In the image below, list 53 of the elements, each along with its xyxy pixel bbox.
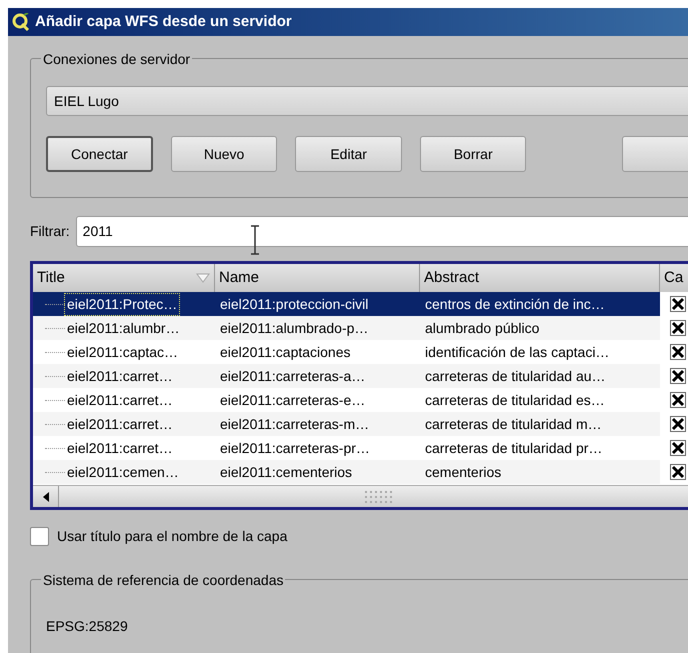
table-cell: eiel2011:carreteras-e… <box>220 392 366 408</box>
sort-indicator-icon <box>196 273 210 283</box>
left-arrow-icon <box>42 492 50 502</box>
text-cursor-icon <box>248 225 261 255</box>
app-logo-icon <box>12 13 30 31</box>
table-row[interactable]: eiel2011:carret… eiel2011:carreteras-m… carreteras de titularidad m… <box>33 412 688 436</box>
table-cell: eiel2011:carreteras-a… <box>220 368 366 384</box>
table-cell: carreteras de titularidad au… <box>425 368 606 384</box>
checkbox[interactable] <box>670 392 686 408</box>
dialog-button[interactable]: Nuevo <box>170 136 278 172</box>
table-row[interactable]: eiel2011:Protec… eiel2011:proteccion-civil centros de extinción de inc… <box>33 292 688 316</box>
filter-label: Filtrar: <box>30 222 70 241</box>
table-cell: centros de extinción de inc… <box>425 296 605 312</box>
table-cell: eiel2011:carreteras-m… <box>220 416 370 432</box>
scroll-left-button[interactable] <box>33 486 59 507</box>
checkbox[interactable] <box>670 296 686 312</box>
dialog-button[interactable]: Conectar <box>46 136 153 172</box>
table-cell-text: eiel2011:carret… <box>66 414 174 434</box>
table-cell: eiel2011:proteccion-civil <box>220 296 368 312</box>
checkbox[interactable] <box>670 368 686 384</box>
table-row[interactable]: eiel2011:alumbr… eiel2011:alumbrado-p… alumbrado público <box>33 316 688 340</box>
table-cell-text: eiel2011:carret… <box>66 390 174 410</box>
table-row[interactable]: eiel2011:carret… eiel2011:carreteras-a… carreteras de titularidad au… <box>33 364 688 388</box>
connection-dropdown[interactable]: EIEL Lugo <box>46 86 688 116</box>
table-cell-text: eiel2011:captac… <box>66 342 180 362</box>
table-cell: carreteras de titularidad es… <box>425 392 605 408</box>
table-cell: carreteras de titularidad m… <box>425 416 602 432</box>
table-cell: eiel2011:Protec… <box>65 294 180 314</box>
table-cell: eiel2011:captaciones <box>220 344 351 360</box>
table-cell: identificación de las captaci… <box>425 344 610 360</box>
crs-value: EPSG:25829 <box>46 618 128 634</box>
window-title: Añadir capa WFS desde un servidor <box>35 12 292 32</box>
table-cell-text: eiel2011:alumbr… <box>66 318 181 338</box>
checkbox[interactable] <box>670 464 686 480</box>
checkbox-label: Usar título para el nombre de la capa <box>57 527 288 546</box>
dialog-button[interactable]: Editar <box>295 136 402 172</box>
table-cell: eiel2011:cementerios <box>220 464 352 480</box>
checkbox[interactable] <box>30 527 49 546</box>
checkbox[interactable] <box>670 440 686 456</box>
table-cell: eiel2011:alumbrado-p… <box>220 320 368 336</box>
table-cell-text: eiel2011:carret… <box>66 366 174 386</box>
checkbox[interactable] <box>670 416 686 432</box>
table-cell-text: eiel2011:cemen… <box>66 462 180 482</box>
table-cell: cementerios <box>425 464 502 480</box>
table-cell: alumbrado público <box>425 320 540 336</box>
checkbox[interactable] <box>670 320 686 336</box>
dialog-button[interactable]: Borrar <box>420 136 526 172</box>
table-cell-text: eiel2011:carret… <box>66 438 174 458</box>
grip-icon <box>364 490 394 504</box>
table-cell: carreteras de titularidad pr… <box>425 440 602 456</box>
checkbox[interactable] <box>670 344 686 360</box>
table-cell: eiel2011:carreteras-pr… <box>220 440 370 456</box>
table-row[interactable]: eiel2011:cemen… eiel2011:cementerios cementerios <box>33 460 688 484</box>
